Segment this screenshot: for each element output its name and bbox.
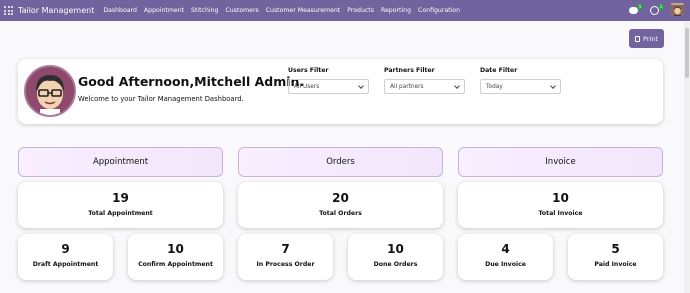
total-invoice-label: Total Invoice xyxy=(538,210,583,217)
partners-filter-label: Partners Filter xyxy=(384,67,435,74)
draft-appointment-card[interactable]: 9 Draft Appointment xyxy=(18,234,113,280)
due-invoice-value: 4 xyxy=(501,242,510,256)
print-label: Print xyxy=(643,34,658,43)
draft-appointment-value: 9 xyxy=(61,242,70,256)
date-filter-label: Date Filter xyxy=(480,67,518,74)
top-navbar: Tailor Management Dashboard Appointment … xyxy=(0,0,690,21)
total-appointment-label: Total Appointment xyxy=(88,210,153,217)
total-invoice-value: 10 xyxy=(552,191,569,205)
app-brand[interactable]: Tailor Management xyxy=(18,6,94,15)
paid-invoice-card[interactable]: 5 Paid Invoice xyxy=(568,234,663,280)
greeting-title: Good Afternoon,Mitchell Admin. xyxy=(78,74,305,89)
users-filter: Users Filter All Users xyxy=(288,67,369,94)
document-icon xyxy=(635,35,641,42)
welcome-card: Good Afternoon,Mitchell Admin. Welcome t… xyxy=(18,59,663,124)
users-filter-value: All Users xyxy=(294,83,320,90)
confirm-appointment-value: 10 xyxy=(167,242,184,256)
users-filter-label: Users Filter xyxy=(288,67,329,74)
users-filter-select[interactable]: All Users xyxy=(288,79,369,94)
total-appointment-value: 19 xyxy=(112,191,129,205)
user-avatar[interactable] xyxy=(671,3,684,16)
partners-filter: Partners Filter All partners xyxy=(384,67,465,94)
appointment-section-title: Appointment xyxy=(92,157,149,167)
print-button[interactable]: Print xyxy=(629,29,664,48)
total-orders-label: Total Orders xyxy=(319,210,362,217)
confirm-appointment-label: Confirm Appointment xyxy=(138,261,213,268)
paid-invoice-value: 5 xyxy=(611,242,620,256)
date-filter: Date Filter Today xyxy=(480,67,561,94)
activity-badge: 1 xyxy=(658,3,664,10)
welcome-subtitle: Welcome to your Tailor Management Dashbo… xyxy=(78,95,244,103)
total-orders-card[interactable]: 20 Total Orders xyxy=(238,182,443,228)
in-process-order-card[interactable]: 7 In Process Order xyxy=(238,234,333,280)
apps-menu-icon[interactable] xyxy=(4,6,13,15)
date-filter-value: Today xyxy=(486,83,503,90)
done-orders-card[interactable]: 10 Done Orders xyxy=(348,234,443,280)
chat-badge: 1 xyxy=(637,3,643,10)
done-orders-label: Done Orders xyxy=(373,261,418,268)
partners-filter-select[interactable]: All partners xyxy=(384,79,465,94)
total-invoice-card[interactable]: 10 Total Invoice xyxy=(458,182,663,228)
appointment-section-header: Appointment xyxy=(18,147,223,177)
menu-item-customers[interactable]: Customers xyxy=(225,7,258,14)
systray: 1 1 xyxy=(629,3,684,16)
invoice-section-header: Invoice xyxy=(458,147,663,177)
due-invoice-card[interactable]: 4 Due Invoice xyxy=(458,234,553,280)
menu-item-reporting[interactable]: Reporting xyxy=(381,7,411,14)
draft-appointment-label: Draft Appointment xyxy=(32,261,99,268)
chevron-down-icon xyxy=(358,82,364,89)
main-menu: Dashboard Appointment Stitching Customer… xyxy=(103,7,460,14)
invoice-section-title: Invoice xyxy=(545,157,576,167)
menu-item-appointment[interactable]: Appointment xyxy=(144,7,184,14)
menu-item-stitching[interactable]: Stitching xyxy=(191,7,218,14)
done-orders-value: 10 xyxy=(387,242,404,256)
due-invoice-label: Due Invoice xyxy=(485,261,526,268)
menu-item-dashboard[interactable]: Dashboard xyxy=(103,7,137,14)
menu-item-customer-measurement[interactable]: Customer Measurement xyxy=(266,7,341,14)
in-process-order-label: In Process Order xyxy=(256,261,315,268)
menu-item-products[interactable]: Products xyxy=(347,7,374,14)
total-orders-value: 20 xyxy=(332,191,349,205)
partners-filter-value: All partners xyxy=(390,83,424,90)
chevron-down-icon xyxy=(454,82,460,89)
menu-item-configuration[interactable]: Configuration xyxy=(418,7,460,14)
chevron-down-icon xyxy=(550,82,556,89)
activity-clock-icon[interactable]: 1 xyxy=(650,3,664,16)
page-scrollbar[interactable] xyxy=(684,22,690,293)
confirm-appointment-card[interactable]: 10 Confirm Appointment xyxy=(128,234,223,280)
orders-section-header: Orders xyxy=(238,147,443,177)
orders-section-title: Orders xyxy=(326,157,355,167)
total-appointment-card[interactable]: 19 Total Appointment xyxy=(18,182,223,228)
paid-invoice-label: Paid Invoice xyxy=(594,261,637,268)
in-process-order-value: 7 xyxy=(281,242,290,256)
date-filter-select[interactable]: Today xyxy=(480,79,561,94)
admin-avatar xyxy=(24,65,76,117)
chat-icon[interactable]: 1 xyxy=(629,3,643,16)
